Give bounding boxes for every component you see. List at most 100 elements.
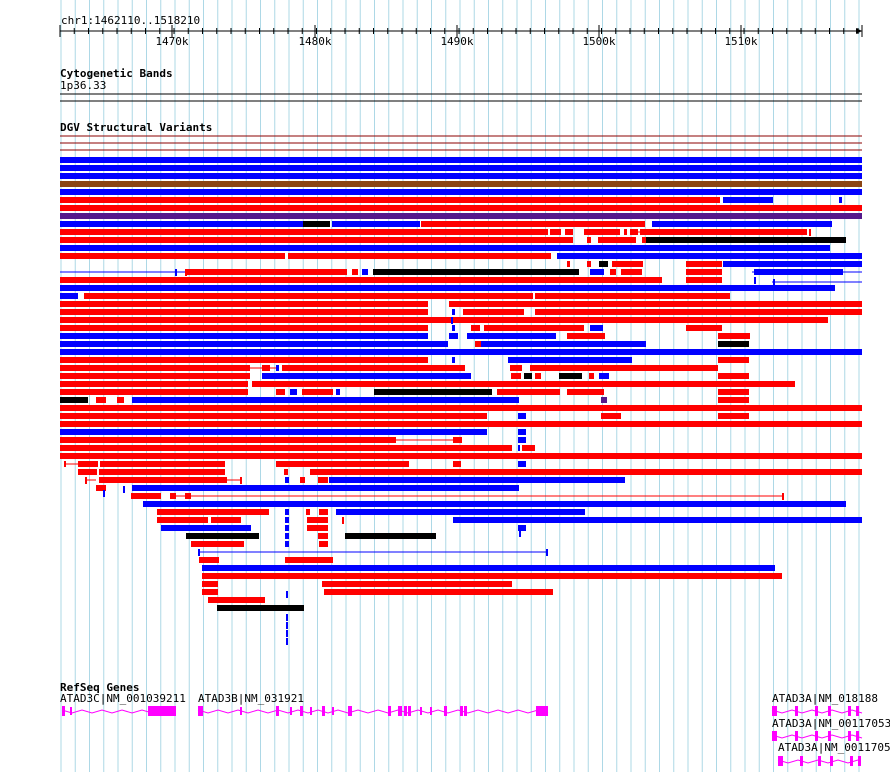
dgv-variant[interactable] xyxy=(565,229,573,235)
dgv-variant[interactable] xyxy=(64,461,66,467)
dgv-variant[interactable] xyxy=(288,253,551,259)
dgv-variant[interactable] xyxy=(60,437,396,443)
refseq-gene-features[interactable] xyxy=(61,706,863,766)
dgv-variant[interactable] xyxy=(307,525,328,531)
dgv-variant[interactable] xyxy=(839,197,842,203)
dgv-variant[interactable] xyxy=(60,205,862,211)
dgv-variant[interactable] xyxy=(208,597,265,603)
dgv-variant[interactable] xyxy=(78,469,97,475)
dgv-variant[interactable] xyxy=(475,341,482,347)
dgv-variant[interactable] xyxy=(718,389,749,395)
dgv-variant[interactable] xyxy=(373,269,579,275)
dgv-variant[interactable] xyxy=(60,221,303,227)
gene-atad3c[interactable] xyxy=(61,706,176,716)
dgv-variant[interactable] xyxy=(60,237,573,243)
dgv-variant[interactable] xyxy=(510,365,522,371)
dgv-variant[interactable] xyxy=(60,389,248,395)
dgv-variant[interactable] xyxy=(686,277,722,283)
dgv-variant[interactable] xyxy=(601,397,607,403)
dgv-variant[interactable] xyxy=(307,517,328,523)
gene-label-atad3a-3[interactable]: ATAD3A|NM_001170536 xyxy=(778,742,890,754)
dgv-variant[interactable] xyxy=(352,269,358,275)
dgv-variant[interactable] xyxy=(99,477,227,483)
dgv-variant[interactable] xyxy=(718,373,749,379)
dgv-variant[interactable] xyxy=(217,605,304,611)
dgv-variant[interactable] xyxy=(535,293,730,299)
dgv-variant[interactable] xyxy=(60,405,862,411)
dgv-variant[interactable] xyxy=(567,333,605,339)
dgv-variant[interactable] xyxy=(518,437,526,443)
dgv-variant[interactable] xyxy=(449,301,862,307)
dgv-variant[interactable] xyxy=(467,333,556,339)
dgv-variant[interactable] xyxy=(60,341,448,347)
dgv-variant[interactable] xyxy=(718,357,749,363)
dgv-variant[interactable] xyxy=(202,573,782,579)
dgv-variant[interactable] xyxy=(522,445,535,451)
dgv-variant[interactable] xyxy=(60,397,88,403)
dgv-variant[interactable] xyxy=(374,389,492,395)
dgv-variant[interactable] xyxy=(60,357,428,363)
dgv-variant[interactable] xyxy=(60,373,250,379)
dgv-variant[interactable] xyxy=(132,485,519,491)
dgv-variant[interactable] xyxy=(640,229,807,235)
dgv-variant[interactable] xyxy=(300,477,305,483)
dgv-variant[interactable] xyxy=(453,517,862,523)
gene-label-atad3b[interactable]: ATAD3B|NM_031921 xyxy=(198,693,304,705)
dgv-variant[interactable] xyxy=(332,221,420,227)
dgv-variant[interactable] xyxy=(624,229,627,235)
dgv-variant[interactable] xyxy=(530,365,718,371)
dgv-variant[interactable] xyxy=(535,373,541,379)
dgv-variant[interactable] xyxy=(60,413,487,419)
dgv-variant[interactable] xyxy=(601,413,621,419)
gene-label-atad3a-2[interactable]: ATAD3A|NM_001170535 xyxy=(772,718,890,730)
dgv-variant[interactable] xyxy=(518,413,526,419)
dgv-variant[interactable] xyxy=(132,397,519,403)
dgv-variant[interactable] xyxy=(143,501,846,507)
dgv-variant[interactable] xyxy=(449,333,458,339)
dgv-variant[interactable] xyxy=(290,389,297,395)
gene-atad3b[interactable] xyxy=(197,706,549,716)
dgv-variant[interactable] xyxy=(511,373,521,379)
dgv-variant[interactable] xyxy=(202,589,218,595)
dgv-variant[interactable] xyxy=(550,229,561,235)
dgv-variant[interactable] xyxy=(285,541,289,547)
dgv-variant[interactable] xyxy=(587,261,591,267)
dgv-variant[interactable] xyxy=(518,445,520,451)
dgv-variant[interactable] xyxy=(686,269,722,275)
dgv-variant[interactable] xyxy=(452,309,455,315)
dgv-variant[interactable] xyxy=(599,261,608,267)
dgv-variant[interactable] xyxy=(186,533,259,539)
dgv-variant[interactable] xyxy=(471,325,480,331)
dgv-variant[interactable] xyxy=(60,253,285,259)
dgv-variant[interactable] xyxy=(60,445,512,451)
dgv-variant[interactable] xyxy=(557,253,862,259)
dgv-variant[interactable] xyxy=(497,389,560,395)
dgv-variant[interactable] xyxy=(306,509,310,515)
dgv-variant[interactable] xyxy=(60,157,862,163)
gene-atad3a-3[interactable] xyxy=(777,756,861,766)
dgv-variant[interactable] xyxy=(60,429,487,435)
dgv-variant[interactable] xyxy=(60,349,862,355)
dgv-variant[interactable] xyxy=(284,469,288,475)
dgv-variant[interactable] xyxy=(599,373,609,379)
dgv-variant[interactable] xyxy=(336,509,585,515)
dgv-variant[interactable] xyxy=(612,261,643,267)
dgv-variant[interactable] xyxy=(652,221,832,227)
dgv-variant[interactable] xyxy=(453,461,461,467)
dgv-variant[interactable] xyxy=(646,237,846,243)
dgv-variant[interactable] xyxy=(60,197,720,203)
dgv-variant[interactable] xyxy=(285,557,333,563)
dgv-variant[interactable] xyxy=(60,365,250,371)
gene-label-atad3a-1[interactable]: ATAD3A|NM_018188 xyxy=(772,693,878,705)
dgv-variant[interactable] xyxy=(310,469,862,475)
dgv-variant[interactable] xyxy=(186,269,347,275)
dgv-variant[interactable] xyxy=(170,493,176,499)
dgv-variant[interactable] xyxy=(303,221,330,227)
dgv-variant[interactable] xyxy=(589,373,594,379)
dgv-variant[interactable] xyxy=(590,325,603,331)
dgv-variant[interactable] xyxy=(567,261,570,267)
dgv-variant[interactable] xyxy=(60,309,428,315)
dgv-variant[interactable] xyxy=(336,389,340,395)
dgv-variant[interactable] xyxy=(60,181,862,187)
dgv-variant[interactable] xyxy=(302,389,333,395)
